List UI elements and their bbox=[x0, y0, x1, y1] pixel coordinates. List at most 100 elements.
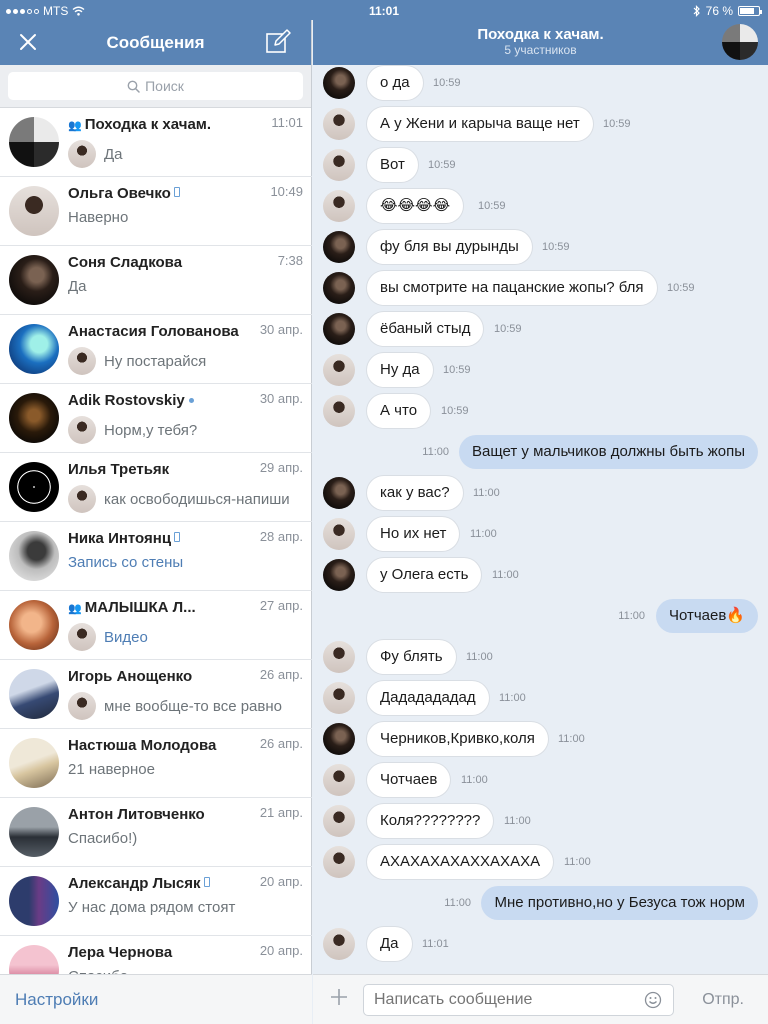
message-avatar[interactable] bbox=[323, 190, 355, 222]
status-bar: MTS 11:01 76 % bbox=[0, 0, 768, 20]
message-avatar[interactable] bbox=[323, 354, 355, 386]
message-bubble[interactable]: Ну да bbox=[367, 353, 433, 387]
incoming-message: у Олега есть 11:00 bbox=[313, 558, 768, 592]
message-avatar[interactable] bbox=[323, 67, 355, 99]
message-avatar[interactable] bbox=[323, 272, 355, 304]
conversation-name: 👥 МАЛЫШКА Л... bbox=[68, 599, 242, 616]
avatar bbox=[9, 324, 59, 374]
message-avatar[interactable] bbox=[323, 641, 355, 673]
smile-icon[interactable] bbox=[644, 991, 662, 1009]
incoming-message: вы смотрите на пацанские жопы? бля 10:59 bbox=[313, 271, 768, 305]
bluetooth-icon bbox=[693, 5, 700, 17]
compose-icon[interactable] bbox=[265, 29, 291, 55]
avatar bbox=[9, 807, 59, 857]
conversation-name: Антон Литовченко bbox=[68, 806, 242, 823]
message-bubble[interactable]: Мне противно,но у Безуса тож норм bbox=[481, 886, 758, 920]
message-bubble[interactable]: о да bbox=[367, 66, 423, 100]
incoming-message: ёбаный стыд 10:59 bbox=[313, 312, 768, 346]
message-avatar[interactable] bbox=[323, 682, 355, 714]
message-bubble[interactable]: ёбаный стыд bbox=[367, 312, 484, 346]
message-input[interactable] bbox=[363, 984, 674, 1016]
message-avatar[interactable] bbox=[323, 928, 355, 960]
conversation-name-text: Александр Лысяк bbox=[68, 875, 201, 892]
message-avatar[interactable] bbox=[323, 313, 355, 345]
group-icon: 👥 bbox=[68, 603, 82, 615]
message-bubble[interactable]: А у Жени и карыча ваще нет bbox=[367, 107, 593, 141]
message-bubble[interactable]: вы смотрите на пацанские жопы? бля bbox=[367, 271, 657, 305]
message-bubble[interactable]: 😂😂😂😂 bbox=[367, 189, 464, 223]
message-bubble[interactable]: Чотчаев bbox=[367, 763, 451, 797]
conversation-item[interactable]: Соня Сладкова 7:38 Да bbox=[0, 246, 312, 315]
conversation-item[interactable]: Антон Литовченко 21 апр. Спасибо!) bbox=[0, 798, 312, 867]
battery-fill bbox=[740, 8, 754, 14]
message-avatar[interactable] bbox=[323, 477, 355, 509]
avatar bbox=[9, 462, 59, 512]
send-button[interactable]: Отпр. bbox=[702, 991, 744, 1009]
search-icon bbox=[127, 80, 140, 93]
message-avatar[interactable] bbox=[323, 231, 355, 263]
message-avatar[interactable] bbox=[323, 108, 355, 140]
message-bubble[interactable]: фу бля вы дурынды bbox=[367, 230, 532, 264]
conversation-name: Ольга Овечко bbox=[68, 185, 242, 202]
conversation-name: Лера Чернова bbox=[68, 944, 242, 961]
search-input[interactable]: Поиск bbox=[8, 72, 303, 100]
conversation-preview: Ну постарайся bbox=[104, 353, 207, 370]
message-bubble[interactable]: АХАХАХАХАХХАХАХА bbox=[367, 845, 554, 879]
message-avatar[interactable] bbox=[323, 149, 355, 181]
incoming-message: 😂😂😂😂 10:59 bbox=[313, 189, 768, 223]
chat-title[interactable]: Походка к хачам. bbox=[313, 26, 768, 43]
message-bubble[interactable]: Вот bbox=[367, 148, 418, 182]
message-avatar[interactable] bbox=[323, 805, 355, 837]
conversation-name-text: Игорь Анощенко bbox=[68, 668, 193, 685]
attach-icon[interactable] bbox=[329, 987, 349, 1007]
message-time: 10:59 bbox=[428, 159, 456, 171]
message-avatar[interactable] bbox=[323, 518, 355, 550]
conversation-preview: как освободишься-напиши bbox=[104, 491, 290, 508]
message-bubble[interactable]: у Олега есть bbox=[367, 558, 482, 592]
message-avatar[interactable] bbox=[323, 395, 355, 427]
message-avatar[interactable] bbox=[323, 559, 355, 591]
conversation-item[interactable]: Ника Интоянц 28 апр. Запись со стены bbox=[0, 522, 312, 591]
conversation-item[interactable]: Ольга Овечко 10:49 Наверно bbox=[0, 177, 312, 246]
conversation-name-text: Походка к хачам. bbox=[84, 116, 212, 133]
conversation-time: 29 апр. bbox=[259, 460, 303, 475]
message-avatar[interactable] bbox=[323, 846, 355, 878]
message-avatar[interactable] bbox=[323, 764, 355, 796]
group-icon: 👥 bbox=[68, 120, 82, 132]
conversation-item[interactable]: Илья Третьяк 29 апр. как освободишься-напи… bbox=[0, 453, 312, 522]
message-bubble[interactable]: Черников,Кривко,коля bbox=[367, 722, 548, 756]
avatar bbox=[9, 876, 59, 926]
conversations-header: Сообщения bbox=[0, 20, 311, 65]
search-placeholder: Поиск bbox=[145, 78, 184, 94]
conversation-item[interactable]: Adik Rostovskiy 30 апр. Норм,у тебя? bbox=[0, 384, 312, 453]
conversation-item[interactable]: Настюша Молодова 26 апр. 21 наверное bbox=[0, 729, 312, 798]
message-bubble[interactable]: Дададададад bbox=[367, 681, 489, 715]
search-bar: Поиск bbox=[0, 65, 311, 108]
message-bubble[interactable]: Фу блять bbox=[367, 640, 456, 674]
message-bubble[interactable]: А что bbox=[367, 394, 431, 428]
message-bubble[interactable]: Ващет у мальчиков должны быть жопы bbox=[459, 435, 758, 469]
message-bubble[interactable]: Да bbox=[367, 927, 412, 961]
message-bubble[interactable]: Чотчаев🔥 bbox=[655, 599, 758, 633]
conversation-name: Анастасия Голованова bbox=[68, 323, 242, 340]
message-bubble[interactable]: Но их нет bbox=[367, 517, 460, 551]
battery-icon bbox=[738, 6, 762, 16]
conversation-preview: Запись со стены bbox=[68, 554, 184, 571]
conversation-item[interactable]: Александр Лысяк 20 апр. У нас дома рядом с… bbox=[0, 867, 312, 936]
message-bubble[interactable]: как у вас? bbox=[367, 476, 463, 510]
message-time: 10:59 bbox=[433, 77, 461, 89]
message-bubble[interactable]: Коля???????? bbox=[367, 804, 494, 838]
incoming-message: АХАХАХАХАХХАХАХА 11:00 bbox=[313, 845, 768, 879]
chat-avatar[interactable] bbox=[722, 24, 758, 60]
conversation-item[interactable]: Игорь Анощенко 26 апр. мне вообще-то все р… bbox=[0, 660, 312, 729]
battery-label: 76 % bbox=[705, 4, 733, 18]
conversation-time: 7:38 bbox=[277, 253, 303, 268]
conversation-item[interactable]: Анастасия Голованова 30 апр. Ну постарайся bbox=[0, 315, 312, 384]
conversation-item[interactable]: 👥 МАЛЫШКА Л... 27 апр. Видео bbox=[0, 591, 312, 660]
conversation-preview: мне вообще-то все равно bbox=[104, 698, 282, 715]
settings-link[interactable]: Настройки bbox=[15, 990, 98, 1010]
conversation-item[interactable]: 👥 Походка к хачам. 11:01 Да bbox=[0, 108, 312, 177]
conversation-item[interactable]: Лера Чернова20 апр.Спасибо bbox=[0, 936, 312, 974]
outgoing-message: Мне противно,но у Безуса тож норм 11:00 bbox=[313, 886, 768, 920]
message-avatar[interactable] bbox=[323, 723, 355, 755]
